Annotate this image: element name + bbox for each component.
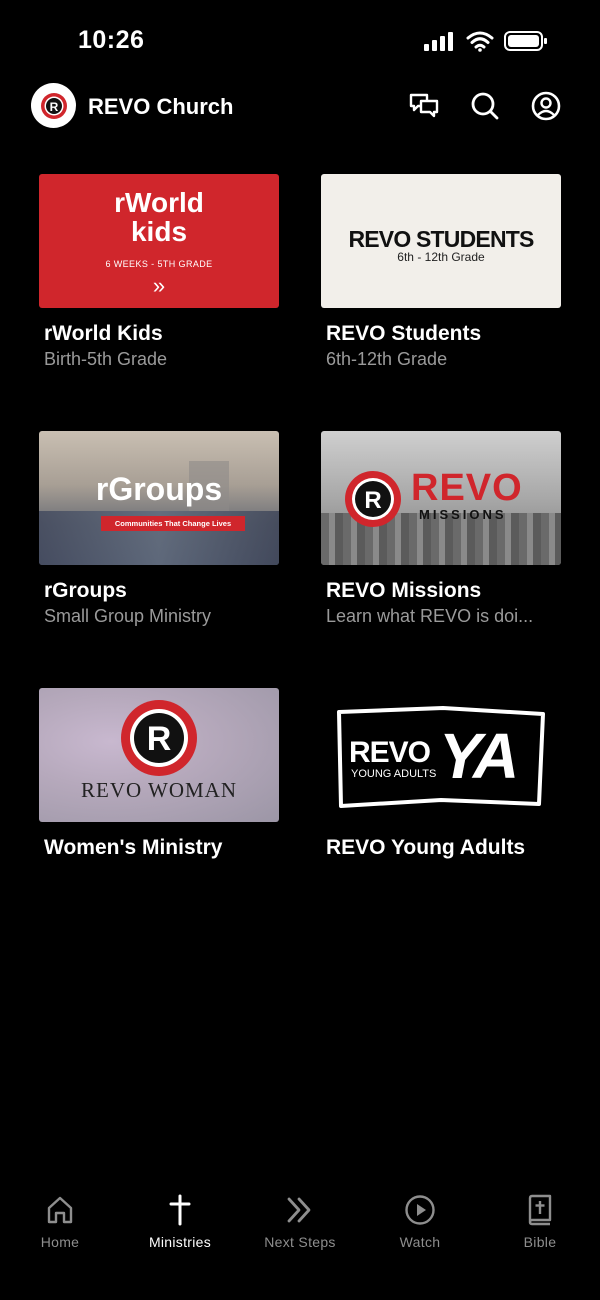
thumb-title-line2: kids xyxy=(130,216,188,247)
ministry-card-revo-missions[interactable]: R REVO MISSIONS REVO Missions Learn what… xyxy=(321,431,561,626)
thumb-banner: Communities That Change Lives xyxy=(101,516,245,531)
wifi-icon xyxy=(466,31,494,52)
ministry-title: REVO Students xyxy=(326,322,482,345)
tab-label: Watch xyxy=(399,1234,441,1250)
revo-logo-icon: R xyxy=(345,471,401,527)
ministry-title: rWorld Kids xyxy=(44,322,163,345)
ministry-card-womens-ministry[interactable]: R REVO WOMAN Women's Ministry xyxy=(39,688,279,859)
battery-icon xyxy=(504,31,547,51)
ministry-subtitle: Birth-5th Grade xyxy=(44,349,168,369)
thumb-title: REVO WOMAN xyxy=(80,778,238,802)
app-title: REVO Church xyxy=(88,94,234,119)
ministry-title: REVO Young Adults xyxy=(326,836,526,859)
cross-icon xyxy=(169,1194,191,1226)
chevrons-icon xyxy=(287,1197,311,1223)
ministry-thumbnail: R REVO MISSIONS xyxy=(321,431,561,565)
ministry-subtitle: Small Group Ministry xyxy=(44,606,212,626)
chevrons-icon: » xyxy=(152,273,166,298)
ministry-card-revo-students[interactable]: REVO STUDENTS 6th - 12th Grade REVO Stud… xyxy=(321,174,561,369)
ministry-subtitle: Learn what REVO is doi... xyxy=(326,606,534,626)
home-icon xyxy=(47,1196,73,1224)
thumb-title: rGroups xyxy=(95,471,223,507)
profile-button[interactable] xyxy=(530,90,562,122)
thumb-big-letters: YA xyxy=(439,720,519,792)
signal-icon xyxy=(424,32,453,51)
bottom-tab-bar: Home Ministries Next Steps Watch Bible xyxy=(0,1180,600,1300)
revo-logo-icon: R xyxy=(121,700,197,776)
app-header: R REVO Church xyxy=(0,80,600,136)
ministry-thumbnail: R REVO WOMAN xyxy=(39,688,279,822)
thumb-title-line1: rWorld xyxy=(114,187,204,218)
thumb-subtitle: 6 WEEKS - 5TH GRADE xyxy=(105,259,213,269)
ministry-title: rGroups xyxy=(44,579,127,602)
logo-letter: R xyxy=(364,487,381,514)
search-button[interactable] xyxy=(469,90,501,122)
thumb-subtitle: 6th - 12th Grade xyxy=(397,250,485,264)
thumb-title: REVO xyxy=(349,736,431,769)
tab-label: Bible xyxy=(523,1234,557,1250)
ministry-subtitle: 6th-12th Grade xyxy=(326,349,448,369)
ministry-card-rworld-kids[interactable]: rWorld kids 6 WEEKS - 5TH GRADE » rWorld… xyxy=(39,174,279,369)
ministry-thumbnail: rGroups Communities That Change Lives xyxy=(39,431,279,565)
messages-button[interactable] xyxy=(408,90,440,122)
thumb-subtitle: YOUNG ADULTS xyxy=(351,768,437,780)
status-icons xyxy=(424,30,548,52)
logo-letter: R xyxy=(147,720,172,758)
svg-text:R: R xyxy=(49,100,58,114)
ministry-card-revo-young-adults[interactable]: REVO YOUNG ADULTS YA REVO Young Adults xyxy=(321,688,561,859)
church-logo[interactable]: R xyxy=(31,83,76,128)
search-icon xyxy=(471,92,499,120)
tab-watch[interactable]: Watch xyxy=(360,1192,480,1250)
ministry-card-rgroups[interactable]: rGroups Communities That Change Lives rG… xyxy=(39,431,279,626)
tab-label: Next Steps xyxy=(264,1234,336,1250)
tab-ministries[interactable]: Ministries xyxy=(120,1192,240,1250)
ministry-thumbnail: REVO YOUNG ADULTS YA xyxy=(321,688,561,822)
user-icon xyxy=(531,91,561,121)
thumb-subtitle: MISSIONS xyxy=(419,507,507,522)
ministry-title: REVO Missions xyxy=(326,579,482,602)
ministry-thumbnail: REVO STUDENTS 6th - 12th Grade xyxy=(321,174,561,308)
bible-icon xyxy=(528,1194,552,1226)
tab-label: Ministries xyxy=(148,1234,212,1250)
play-icon xyxy=(405,1195,435,1225)
tab-home[interactable]: Home xyxy=(0,1192,120,1250)
tab-label: Home xyxy=(40,1234,80,1250)
ministry-thumbnail: rWorld kids 6 WEEKS - 5TH GRADE » xyxy=(39,174,279,308)
revo-logo-icon: R xyxy=(40,92,67,119)
ministry-title: Women's Ministry xyxy=(44,836,223,859)
chat-icon xyxy=(409,93,439,118)
thumb-title: REVO STUDENTS xyxy=(348,226,534,252)
status-time: 10:26 xyxy=(78,26,145,54)
tab-bible[interactable]: Bible xyxy=(480,1192,600,1250)
thumb-title: REVO xyxy=(411,467,523,509)
status-bar: 10:26 xyxy=(0,0,600,80)
tab-next-steps[interactable]: Next Steps xyxy=(240,1192,360,1250)
